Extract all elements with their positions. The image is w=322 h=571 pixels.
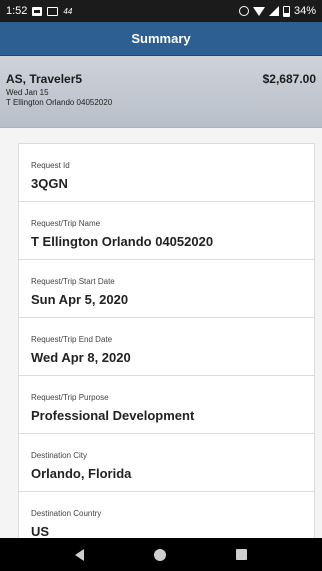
summary-card: Request Id 3QGN Request/Trip Name T Elli… — [18, 143, 315, 538]
field-label: Request/Trip Purpose — [31, 393, 109, 402]
page-title: Summary — [131, 31, 191, 46]
field-request-id: Request Id 3QGN — [19, 144, 314, 202]
field-destination-city: Destination City Orlando, Florida — [19, 434, 314, 492]
field-value: T Ellington Orlando 04052020 — [31, 234, 214, 249]
field-trip-name: Request/Trip Name T Ellington Orlando 04… — [19, 202, 314, 260]
trip-banner: AS, Traveler5 $2,687.00 Wed Jan 15 T Ell… — [0, 56, 322, 128]
field-label: Request/Trip Name — [31, 219, 101, 228]
home-icon[interactable] — [154, 548, 166, 561]
field-value: Sun Apr 5, 2020 — [31, 292, 129, 307]
app-header: Summary — [0, 22, 322, 56]
banner-row: AS, Traveler5 $2,687.00 — [6, 72, 316, 86]
field-end-date: Request/Trip End Date Wed Apr 8, 2020 — [19, 318, 314, 376]
wifi-icon — [252, 6, 265, 16]
battery-icon — [282, 5, 290, 17]
message-icon — [32, 6, 43, 16]
battery-percent: 34% — [293, 5, 316, 17]
network-label: 44 — [63, 6, 73, 16]
field-value: Wed Apr 8, 2020 — [31, 350, 131, 365]
back-icon[interactable] — [75, 548, 84, 561]
alarm-icon — [238, 6, 249, 16]
field-value: Professional Development — [31, 408, 195, 423]
field-label: Destination City — [31, 451, 88, 460]
news-icon — [47, 6, 59, 16]
total-amount: $2,687.00 — [262, 72, 316, 86]
field-label: Request Id — [31, 161, 70, 170]
field-destination-country: Destination Country US — [19, 492, 314, 538]
status-right: 34% — [238, 5, 316, 17]
recents-icon[interactable] — [236, 549, 247, 560]
traveler-name: AS, Traveler5 — [6, 72, 83, 86]
trip-date: Wed Jan 15 — [6, 88, 49, 97]
status-bar: 1:52 44 34% — [0, 0, 322, 22]
signal-icon — [268, 6, 279, 16]
status-left: 1:52 44 — [6, 5, 72, 17]
field-label: Request/Trip End Date — [31, 335, 113, 344]
field-value: US — [31, 524, 50, 538]
field-label: Request/Trip Start Date — [31, 277, 115, 286]
field-value: Orlando, Florida — [31, 466, 132, 481]
trip-name: T Ellington Orlando 04052020 — [6, 98, 113, 107]
field-label: Destination Country — [31, 509, 102, 518]
status-time: 1:52 — [6, 5, 28, 17]
nav-bar — [0, 538, 322, 571]
field-value: 3QGN — [31, 176, 68, 191]
field-start-date: Request/Trip Start Date Sun Apr 5, 2020 — [19, 260, 314, 318]
field-purpose: Request/Trip Purpose Professional Develo… — [19, 376, 314, 434]
